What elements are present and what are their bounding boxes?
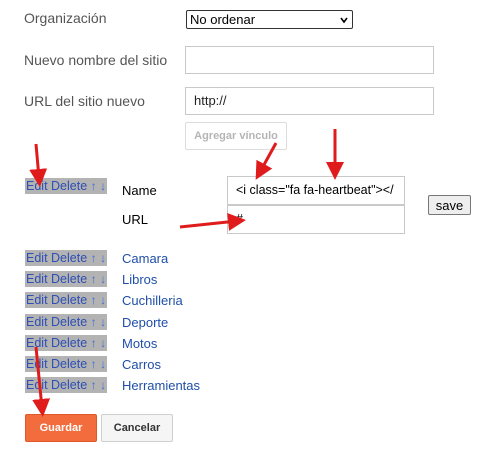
delete-link[interactable]: Delete: [51, 336, 87, 350]
list-item[interactable]: Camara: [122, 251, 168, 266]
guardar-button[interactable]: Guardar: [25, 414, 97, 442]
edit-controls-active: Edit Delete ↑ ↓: [25, 178, 108, 194]
cancelar-button[interactable]: Cancelar: [101, 414, 173, 442]
delete-link[interactable]: Delete: [51, 179, 87, 193]
list-item[interactable]: Libros: [122, 272, 157, 287]
list-item[interactable]: Motos: [122, 336, 157, 351]
delete-link[interactable]: Delete: [51, 357, 87, 371]
delete-link[interactable]: Delete: [51, 251, 87, 265]
delete-link[interactable]: Delete: [51, 315, 87, 329]
edit-link[interactable]: Edit: [26, 315, 48, 329]
add-link-button[interactable]: Agregar vínculo: [185, 122, 287, 150]
delete-link[interactable]: Delete: [51, 378, 87, 392]
url-field-label: URL: [122, 212, 149, 227]
move-down-icon[interactable]: ↓: [100, 357, 106, 371]
move-up-icon[interactable]: ↑: [91, 179, 97, 193]
move-down-icon[interactable]: ↓: [100, 336, 106, 350]
move-up-icon[interactable]: ↑: [91, 378, 97, 392]
edit-link[interactable]: Edit: [26, 357, 48, 371]
list-item-controls: Edit Delete ↑ ↓: [25, 313, 108, 330]
edit-link[interactable]: Edit: [26, 378, 48, 392]
move-up-icon[interactable]: ↑: [91, 251, 97, 265]
list-item[interactable]: Cuchilleria: [122, 293, 183, 308]
move-down-icon[interactable]: ↓: [100, 293, 106, 307]
name-field-label: Name: [122, 183, 157, 198]
move-up-icon[interactable]: ↑: [91, 357, 97, 371]
new-site-url-label: URL del sitio nuevo: [24, 93, 145, 109]
organization-select[interactable]: No ordenar: [186, 10, 353, 29]
delete-link[interactable]: Delete: [51, 293, 87, 307]
new-site-name-input[interactable]: [185, 46, 434, 74]
move-down-icon[interactable]: ↓: [100, 179, 106, 193]
name-field-input[interactable]: <i class="fa fa-heartbeat"></: [227, 176, 405, 205]
edit-link[interactable]: Edit: [26, 336, 48, 350]
list-item-controls: Edit Delete ↑ ↓: [25, 292, 108, 309]
list-item[interactable]: Herramientas: [122, 378, 200, 393]
edit-link[interactable]: Edit: [26, 179, 48, 193]
edit-link[interactable]: Edit: [26, 293, 48, 307]
chevron-down-icon: [340, 17, 348, 24]
list-item-controls: Edit Delete ↑ ↓: [25, 271, 108, 288]
move-down-icon[interactable]: ↓: [100, 251, 106, 265]
list-item[interactable]: Carros: [122, 357, 161, 372]
save-button[interactable]: save: [428, 195, 471, 215]
organization-label: Organización: [24, 10, 107, 26]
edit-link[interactable]: Edit: [26, 272, 48, 286]
move-up-icon[interactable]: ↑: [91, 272, 97, 286]
edit-link[interactable]: Edit: [26, 251, 48, 265]
new-site-name-label: Nuevo nombre del sitio: [24, 52, 168, 68]
list-item-controls: Edit Delete ↑ ↓: [25, 334, 108, 351]
move-up-icon[interactable]: ↑: [91, 293, 97, 307]
red-arrow-icon: [29, 143, 48, 187]
list-item-controls: Edit Delete ↑ ↓: [25, 377, 108, 394]
move-up-icon[interactable]: ↑: [91, 336, 97, 350]
move-down-icon[interactable]: ↓: [100, 315, 106, 329]
list-item[interactable]: Deporte: [122, 315, 168, 330]
list-item-controls: Edit Delete ↑ ↓: [25, 250, 108, 266]
move-down-icon[interactable]: ↓: [100, 378, 106, 392]
url-field-input[interactable]: #: [227, 205, 405, 234]
move-up-icon[interactable]: ↑: [91, 315, 97, 329]
organization-select-value: No ordenar: [190, 12, 256, 27]
list-item-controls: Edit Delete ↑ ↓: [25, 356, 108, 372]
move-down-icon[interactable]: ↓: [100, 272, 106, 286]
new-site-url-input[interactable]: http://: [185, 87, 434, 115]
delete-link[interactable]: Delete: [51, 272, 87, 286]
